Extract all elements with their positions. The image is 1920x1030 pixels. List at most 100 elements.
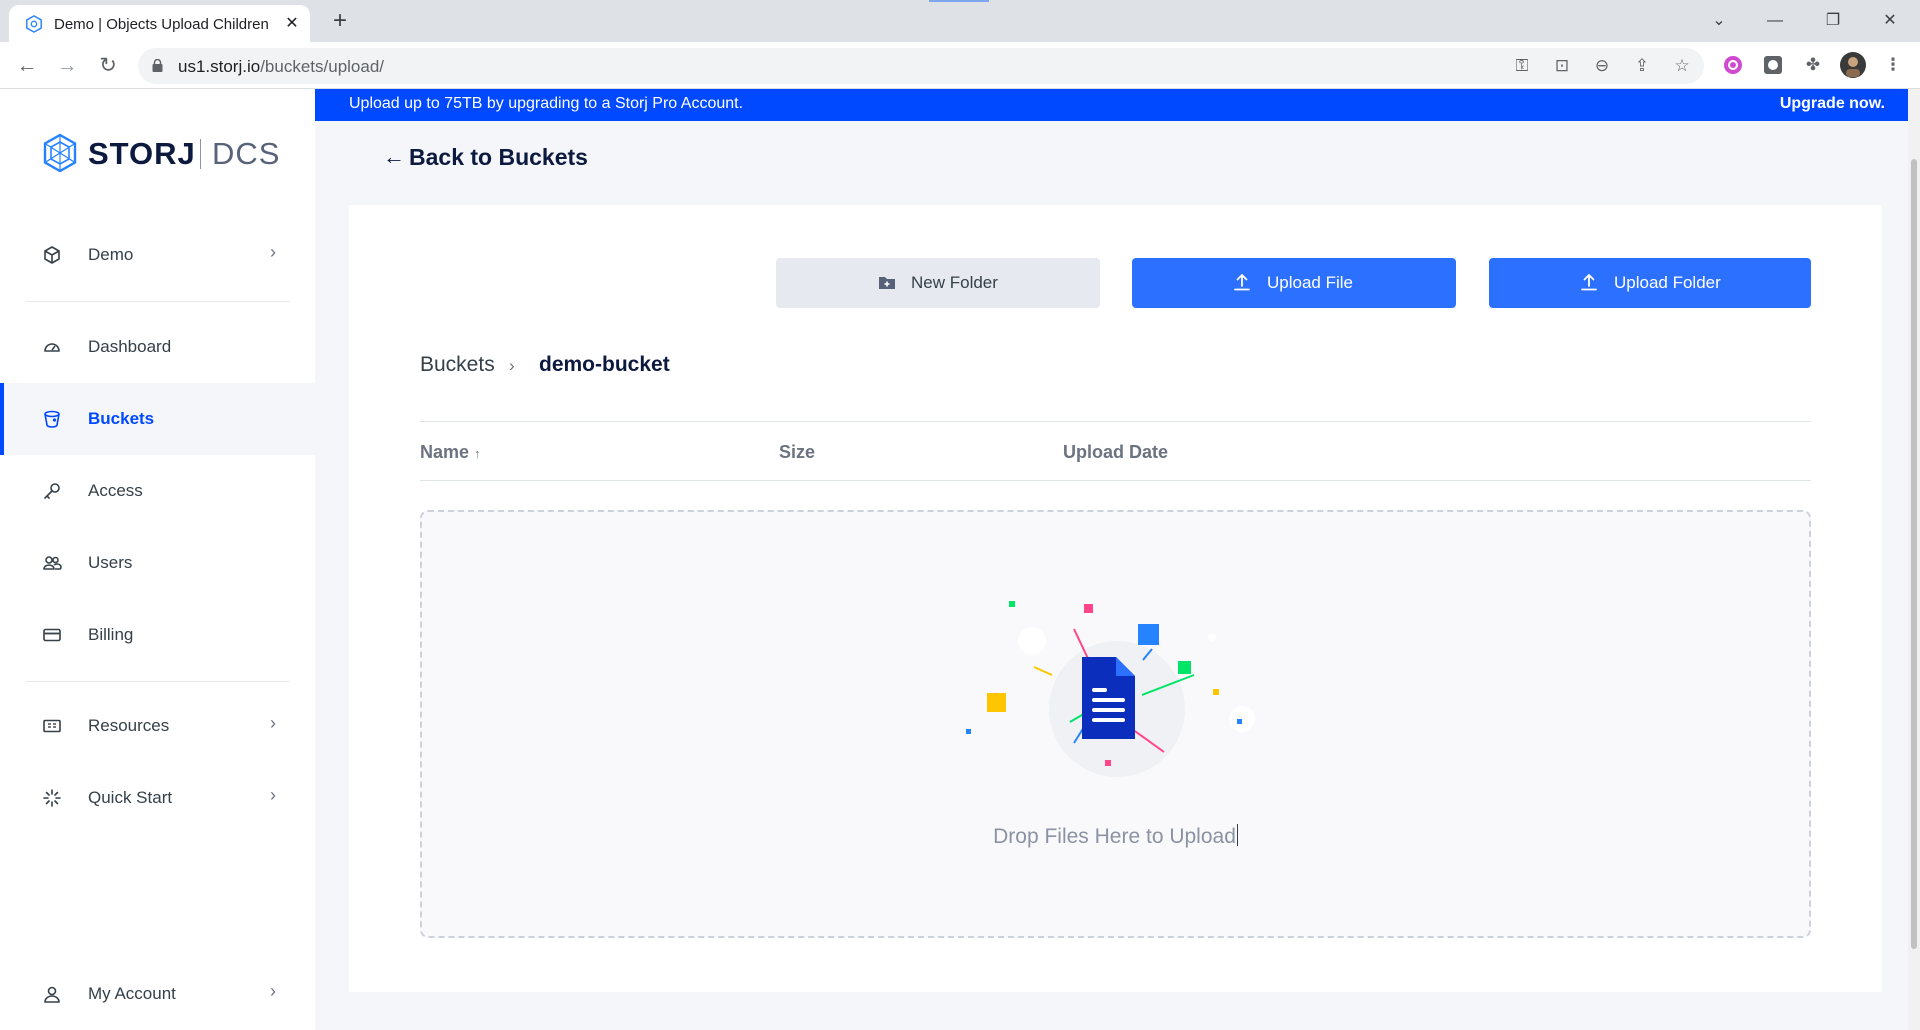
text-cursor — [1236, 824, 1238, 846]
tab-search-icon[interactable]: ⌄ — [1704, 6, 1734, 36]
file-dropzone[interactable]: Drop Files Here to Upload — [420, 510, 1811, 938]
url-path: /buckets/upload/ — [260, 57, 385, 76]
gauge-icon — [44, 343, 60, 352]
upload-folder-label: Upload Folder — [1614, 273, 1721, 292]
upload-file-button[interactable]: Upload File — [1132, 258, 1456, 308]
browser-menu-icon[interactable]: ⋮ — [1880, 52, 1906, 78]
sidebar-item-buckets[interactable]: Buckets — [0, 383, 315, 455]
sidebar-item-label: Access — [88, 481, 143, 500]
tab-strip-indicator — [929, 0, 989, 2]
sidebar-item-access[interactable]: Access — [0, 455, 315, 527]
share-icon[interactable]: ⇪ — [1630, 54, 1654, 78]
logo-separator — [200, 139, 201, 169]
tab-title: Demo | Objects Upload Children — [54, 16, 269, 33]
minimize-icon[interactable]: — — [1760, 6, 1790, 36]
sparkle-icon — [43, 789, 61, 807]
logo-brand: STORJ — [88, 136, 196, 171]
chevron-right-icon: › — [270, 981, 276, 1001]
folder-plus-icon — [879, 277, 895, 289]
cube-icon — [44, 246, 60, 264]
breadcrumb-buckets[interactable]: Buckets — [420, 353, 495, 377]
table-top-border — [420, 421, 1811, 422]
chevron-right-icon: › — [270, 785, 276, 805]
card-icon — [43, 628, 61, 642]
close-tab-icon[interactable]: ✕ — [281, 13, 303, 35]
reload-icon[interactable]: ↻ — [93, 51, 123, 81]
sort-ascending-icon: ↑ — [474, 446, 481, 461]
dropzone-text: Drop Files Here to Upload — [422, 824, 1809, 849]
new-tab-button[interactable]: + — [326, 8, 354, 36]
window-close-icon[interactable]: ✕ — [1875, 6, 1905, 36]
sidebar: STORJ DCS Demo › Dashboard Buckets Acces… — [0, 89, 315, 1030]
upload-icon — [1581, 274, 1597, 291]
sidebar-item-label: Quick Start — [88, 788, 173, 807]
column-name-label: Name — [420, 442, 470, 462]
url-host: us1.storj.io — [178, 57, 261, 76]
sidebar-item-label: My Account — [88, 984, 176, 1003]
sidebar-item-resources[interactable]: Resources › — [0, 690, 315, 762]
sidebar-item-users[interactable]: Users — [0, 527, 315, 599]
project-selector[interactable]: Demo › — [0, 219, 315, 291]
chevron-right-icon: › — [509, 356, 515, 375]
file-browser-card: New Folder Upload File Upload Folder Buc… — [349, 205, 1882, 992]
sidebar-divider — [26, 681, 290, 682]
project-label: Demo — [88, 245, 134, 264]
extension-pink-icon[interactable] — [1720, 52, 1746, 78]
users-icon — [43, 556, 62, 570]
lock-icon — [152, 59, 163, 72]
upgrade-banner: Upload up to 75TB by upgrading to a Stor… — [315, 89, 1920, 121]
dropzone-label: Drop Files Here to Upload — [993, 825, 1236, 848]
sidebar-item-dashboard[interactable]: Dashboard — [0, 311, 315, 383]
zoom-icon[interactable]: ⊖ — [1590, 54, 1614, 78]
upload-file-label: Upload File — [1267, 273, 1353, 292]
sidebar-item-label: Billing — [88, 625, 134, 644]
upload-folder-button[interactable]: Upload Folder — [1489, 258, 1811, 308]
bucket-icon — [44, 410, 60, 428]
new-folder-button[interactable]: New Folder — [776, 258, 1100, 308]
key-icon — [44, 483, 60, 499]
upgrade-now-link[interactable]: Upgrade now. — [1780, 95, 1885, 113]
profile-avatar[interactable] — [1840, 52, 1866, 78]
upload-icon — [1234, 274, 1250, 291]
extensions-puzzle-icon[interactable]: ✤ — [1800, 52, 1826, 78]
browser-toolbar: ← → ↻ us1.storj.io/buckets/upload/ ⚿ ⊡ ⊖… — [0, 42, 1920, 89]
bookmark-star-icon[interactable]: ☆ — [1670, 54, 1694, 78]
back-nav-icon[interactable]: ← — [12, 51, 42, 81]
translate-icon[interactable]: ⊡ — [1550, 54, 1574, 78]
sidebar-item-label: Dashboard — [88, 337, 172, 356]
page-scrollbar[interactable] — [1908, 89, 1920, 1030]
storj-logo-icon — [43, 133, 77, 173]
sidebar-divider — [26, 301, 290, 302]
sidebar-item-label: Users — [88, 553, 133, 572]
new-folder-label: New Folder — [911, 273, 998, 292]
arrow-left-icon: ← — [383, 144, 405, 169]
chevron-right-icon: › — [270, 713, 276, 733]
column-header-name[interactable]: Name ↑ — [420, 442, 481, 463]
sidebar-item-my-account[interactable]: My Account › — [0, 958, 315, 1030]
breadcrumb-current-bucket: demo-bucket — [539, 353, 670, 376]
upload-illustration — [966, 601, 1255, 777]
sidebar-item-quick-start[interactable]: Quick Start › — [0, 762, 315, 834]
browser-tab[interactable]: Demo | Objects Upload Children ✕ — [9, 5, 310, 42]
sidebar-item-billing[interactable]: Billing — [0, 599, 315, 671]
column-header-upload-date[interactable]: Upload Date — [1063, 442, 1168, 463]
forward-nav-icon[interactable]: → — [52, 51, 82, 81]
address-bar[interactable]: us1.storj.io/buckets/upload/ ⚿ ⊡ ⊖ ⇪ ☆ — [138, 48, 1704, 84]
restore-icon[interactable]: ❐ — [1818, 6, 1848, 36]
table-header-border — [420, 480, 1811, 481]
back-label: Back to Buckets — [409, 144, 588, 170]
scrollbar-thumb[interactable] — [1911, 159, 1917, 949]
column-header-size[interactable]: Size — [779, 442, 815, 463]
sidebar-item-label: Resources — [88, 716, 170, 735]
url-text: us1.storj.io/buckets/upload/ — [178, 57, 384, 77]
user-icon — [44, 986, 60, 1003]
banner-text: Upload up to 75TB by upgrading to a Stor… — [349, 95, 744, 112]
extension-square-icon[interactable] — [1760, 52, 1786, 78]
resources-icon — [43, 719, 61, 733]
chevron-right-icon: › — [270, 242, 276, 262]
storj-favicon-icon — [26, 15, 42, 33]
browser-tab-bar: Demo | Objects Upload Children ✕ + ⌄ — ❐… — [0, 0, 1920, 42]
sidebar-item-label: Buckets — [88, 409, 155, 428]
logo-product: DCS — [212, 136, 281, 171]
password-key-icon[interactable]: ⚿ — [1510, 54, 1534, 78]
